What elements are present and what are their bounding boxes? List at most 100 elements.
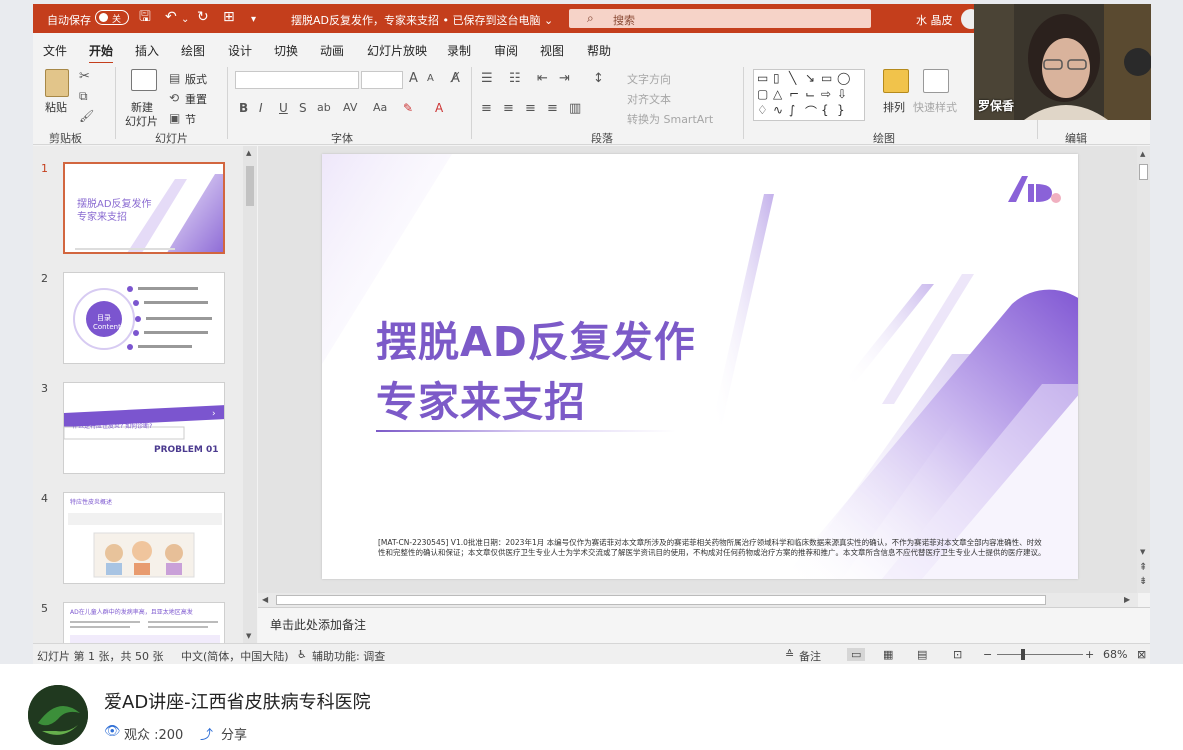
layout-button[interactable]: 版式: [185, 71, 207, 87]
clear-format-icon[interactable]: A̸: [451, 71, 460, 86]
tab-file[interactable]: 文件: [43, 42, 67, 59]
tab-review[interactable]: 审阅: [494, 42, 518, 59]
oval-icon[interactable]: ◯: [837, 71, 850, 85]
slide-title-line-1[interactable]: 摆脱AD反复发作: [376, 308, 696, 368]
save-icon[interactable]: 🖫: [139, 10, 151, 24]
rectangle-icon[interactable]: ▭: [821, 71, 832, 85]
scroll-up-icon[interactable]: ▲: [246, 149, 251, 157]
arrange-icon[interactable]: [883, 69, 909, 93]
freeform-icon[interactable]: ♢: [757, 103, 768, 117]
tab-help[interactable]: 帮助: [587, 42, 611, 59]
tab-design[interactable]: 设计: [228, 42, 252, 59]
arrange-button[interactable]: 排列: [883, 99, 905, 115]
language-indicator[interactable]: 中文(简体，中国大陆): [181, 648, 289, 664]
italic-button[interactable]: I: [259, 101, 263, 115]
scroll-up-icon[interactable]: ▲: [1140, 150, 1145, 158]
reset-icon[interactable]: ⟲: [169, 91, 179, 105]
font-family-select[interactable]: [235, 71, 359, 89]
down-arrow-icon[interactable]: ⇩: [837, 87, 847, 101]
vertical-textbox-icon[interactable]: ▯: [773, 71, 780, 85]
format-painter-icon[interactable]: 🖌: [79, 109, 94, 123]
line-spacing-icon[interactable]: ↕: [593, 71, 604, 86]
tab-view[interactable]: 视图: [540, 42, 564, 59]
zoom-slider-track[interactable]: [997, 654, 1083, 655]
current-slide[interactable]: 摆脱AD反复发作 专家来支招 [MAT-CN-2230545] V1.0批准日期…: [322, 154, 1078, 579]
rounded-rect-icon[interactable]: ▢: [757, 87, 768, 101]
text-direction-button[interactable]: 文字方向: [627, 71, 671, 87]
paste-icon[interactable]: [45, 69, 69, 97]
reading-view-icon[interactable]: ▤: [917, 648, 927, 661]
autosave-toggle[interactable]: 关: [95, 10, 129, 25]
scrollbar-thumb[interactable]: [1139, 164, 1148, 180]
curve-icon[interactable]: ∿: [773, 103, 783, 117]
zoom-in-icon[interactable]: +: [1085, 648, 1094, 661]
customize-toolbar-icon[interactable]: ▾: [251, 13, 256, 27]
elbow-arrow-icon[interactable]: ⌙: [805, 87, 815, 101]
search-box[interactable]: ⌕ 搜索: [569, 9, 871, 28]
shapes-gallery[interactable]: ▭ ▯ ╲ ↘ ▭ ◯ ▢ △ ⌐ ⌙ ⇨ ⇩ ♢ ∿ ∫ ⌒ { }: [753, 69, 865, 121]
presentation-icon[interactable]: ⊞: [223, 10, 235, 24]
tab-insert[interactable]: 插入: [135, 42, 159, 59]
justify-icon[interactable]: ≡: [547, 101, 558, 116]
cut-icon[interactable]: ✂: [79, 69, 90, 84]
scroll-right-icon[interactable]: ▶: [1124, 595, 1130, 604]
scroll-down-icon[interactable]: ▼: [246, 632, 251, 640]
columns-icon[interactable]: ▥: [569, 101, 581, 116]
slide-thumbnail-2[interactable]: 目录 Contents: [63, 272, 225, 364]
char-spacing-button[interactable]: AV: [343, 101, 357, 114]
previous-slide-icon[interactable]: ⇞: [1139, 562, 1147, 573]
new-slide-icon[interactable]: [131, 69, 157, 91]
copy-icon[interactable]: ⧉: [79, 89, 88, 104]
bold-button[interactable]: B: [239, 101, 248, 115]
accessibility-icon[interactable]: ♿: [297, 648, 307, 661]
reset-button[interactable]: 重置: [185, 91, 207, 107]
tab-animations[interactable]: 动画: [320, 42, 344, 59]
underline-button[interactable]: U: [279, 101, 288, 115]
zoom-out-icon[interactable]: −: [983, 648, 992, 661]
align-center-icon[interactable]: ≡: [503, 101, 514, 116]
document-title[interactable]: 摆脱AD反复发作，专家来支招 • 已保存到这台电脑 ⌄: [291, 12, 553, 28]
slideshow-icon[interactable]: ⊡: [953, 648, 962, 661]
fit-slide-icon[interactable]: ⊠: [1137, 648, 1146, 661]
change-case-button[interactable]: Aa: [373, 101, 387, 114]
arrow-line-icon[interactable]: ↘: [805, 71, 815, 85]
slide-thumbnail-4[interactable]: 特应性皮炎概述: [63, 492, 225, 584]
font-color-icon[interactable]: A: [435, 101, 443, 115]
channel-logo[interactable]: [28, 685, 88, 745]
notes-icon[interactable]: ≙: [785, 648, 794, 661]
zoom-slider-thumb[interactable]: [1021, 649, 1025, 660]
slide-thumbnail-1[interactable]: 摆脱AD反复发作 专家来支招: [63, 162, 225, 254]
scroll-left-icon[interactable]: ◀: [262, 595, 268, 604]
grow-font-button[interactable]: A: [409, 71, 418, 86]
line-icon[interactable]: ╲: [789, 71, 796, 85]
align-left-icon[interactable]: ≡: [481, 101, 492, 116]
numbering-icon[interactable]: ☷: [509, 71, 521, 86]
next-slide-icon[interactable]: ⇟: [1139, 576, 1147, 587]
tab-record[interactable]: 录制: [447, 42, 471, 59]
layout-icon[interactable]: ▤: [169, 71, 180, 85]
accessibility-status[interactable]: 辅助功能: 调查: [312, 648, 385, 664]
section-icon[interactable]: ▣: [169, 111, 180, 125]
share-button[interactable]: 分享: [221, 724, 247, 743]
zoom-level[interactable]: 68%: [1103, 648, 1127, 661]
scrollbar-thumb[interactable]: [246, 166, 254, 206]
slide-thumbnail-5[interactable]: AD在儿童人群中的发病率高，且亚太地区高发: [63, 602, 225, 643]
scribble-icon[interactable]: ∫: [789, 103, 795, 117]
redo-icon[interactable]: ↻: [197, 10, 209, 24]
scroll-down-icon[interactable]: ▼: [1140, 548, 1145, 556]
user-name[interactable]: 水 晶皮: [916, 12, 953, 28]
slide-footnote[interactable]: [MAT-CN-2230545] V1.0批准日期：2023年1月 本编号仅作为…: [378, 538, 1048, 558]
notes-pane[interactable]: 单击此处添加备注: [258, 607, 1150, 643]
normal-view-icon[interactable]: ▭: [847, 648, 866, 661]
triangle-icon[interactable]: △: [773, 87, 782, 101]
notes-button[interactable]: 备注: [799, 648, 821, 664]
right-arrow-icon[interactable]: ⇨: [821, 87, 831, 101]
textbox-icon[interactable]: ▭: [757, 71, 768, 85]
highlight-icon[interactable]: ✎: [403, 101, 413, 115]
new-slide-label-2[interactable]: 幻灯片: [125, 113, 158, 129]
shrink-font-button[interactable]: A: [427, 73, 434, 84]
increase-indent-icon[interactable]: ⇥: [559, 71, 570, 86]
tab-home[interactable]: 开始: [89, 42, 114, 65]
tab-draw[interactable]: 绘图: [181, 42, 205, 59]
section-button[interactable]: 节: [185, 111, 196, 127]
